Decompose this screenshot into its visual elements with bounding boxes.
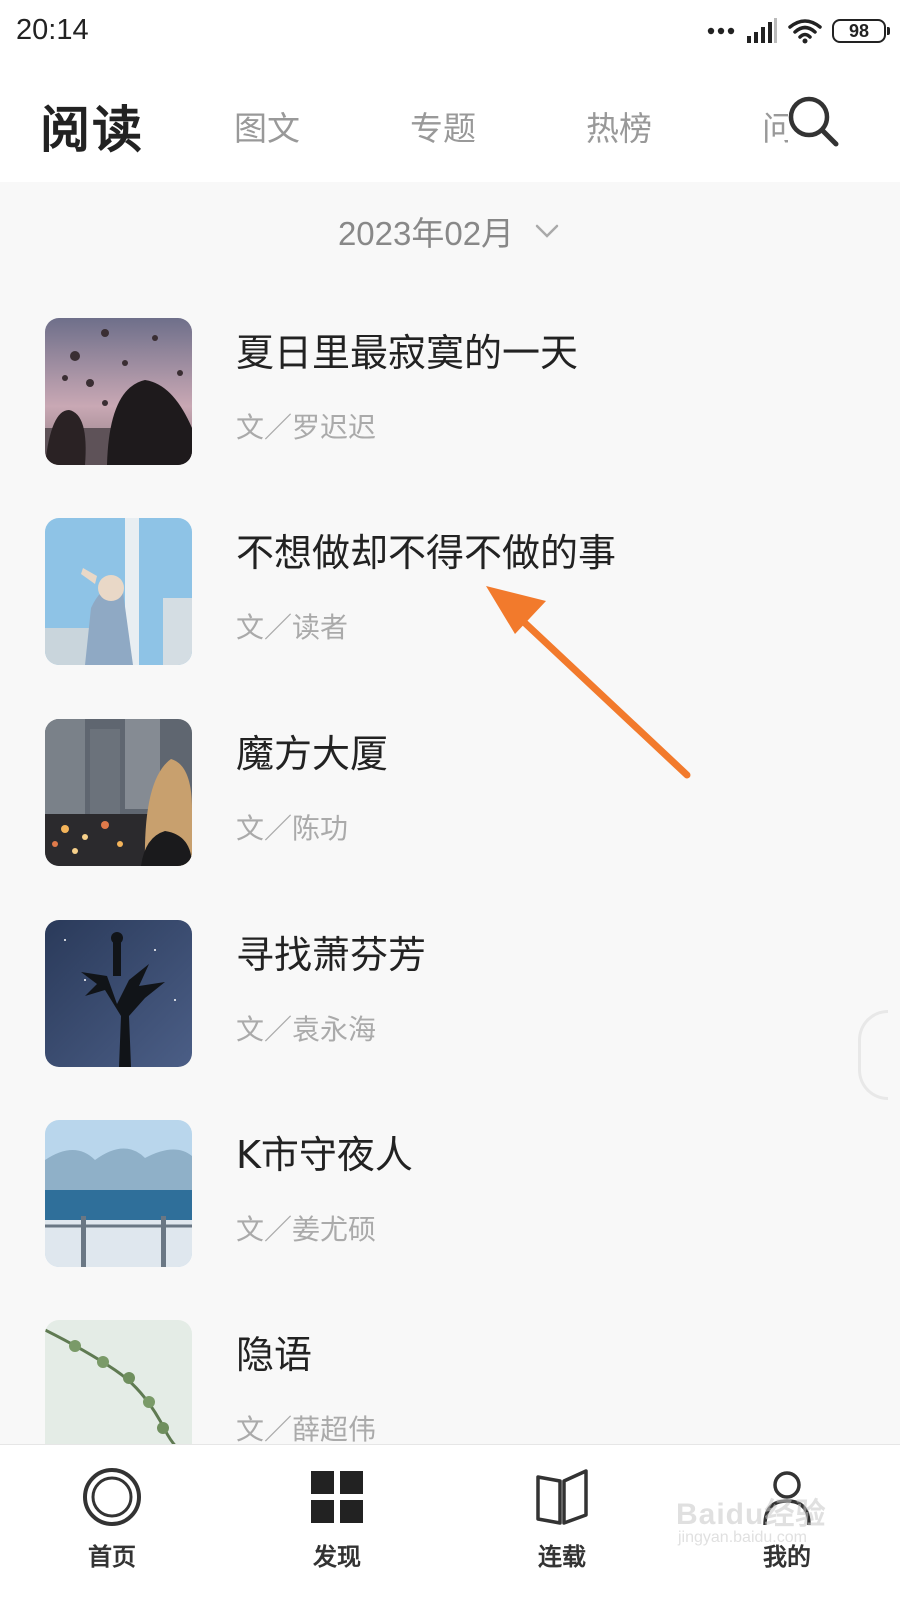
nav-home[interactable]: 首页 [52, 1465, 172, 1585]
article-title[interactable]: 不想做却不得不做的事 [236, 522, 616, 577]
article-thumbnail [45, 1120, 192, 1267]
tab-hot-list[interactable]: 热榜 [586, 102, 652, 150]
article-author: 文／薛超伟 [236, 1413, 377, 1446]
article-item[interactable]: K市守夜人 文／姜尤硕 [0, 1120, 900, 1270]
status-icons: 98 [706, 16, 890, 46]
search-icon[interactable] [786, 94, 840, 148]
article-author: 文／读者 [236, 611, 349, 644]
watermark-sub: jingyan.baidu.com [678, 1529, 807, 1546]
status-bar: 20:14 98 [0, 0, 900, 62]
article-title[interactable]: K市守夜人 [236, 1124, 413, 1179]
article-author: 文／罗迟迟 [236, 411, 377, 444]
article-item[interactable]: 魔方大厦 文／陈功 [0, 719, 900, 869]
month-label: 2023年02月 [337, 215, 515, 252]
page-title: 阅读 [40, 101, 144, 159]
tab-qa[interactable]: 问答 [762, 102, 788, 150]
article-title[interactable]: 隐语 [236, 1324, 312, 1379]
nav-discover-label: 发现 [313, 1543, 361, 1571]
article-title[interactable]: 寻找萧芬芳 [236, 924, 426, 979]
tab-topics[interactable]: 专题 [410, 102, 476, 150]
article-thumbnail [45, 719, 192, 866]
watermark-text: Baidu经验 [676, 1498, 827, 1531]
article-item[interactable]: 不想做却不得不做的事 文／读者 [0, 518, 900, 668]
signal-icon [747, 18, 777, 43]
top-nav: 阅读 图文 专题 热榜 问答 [0, 62, 900, 182]
book-icon [536, 1469, 588, 1525]
more-dots-icon [707, 27, 735, 35]
nav-discover[interactable]: 发现 [277, 1465, 397, 1585]
status-time: 20:14 [16, 14, 89, 46]
article-thumbnail [45, 920, 192, 1067]
nav-serial-label: 连载 [538, 1543, 586, 1571]
article-title[interactable]: 夏日里最寂寞的一天 [236, 322, 578, 377]
scroll-handle[interactable] [858, 1010, 888, 1100]
article-title[interactable]: 魔方大厦 [236, 723, 388, 778]
grid-icon [311, 1471, 363, 1523]
article-author: 文／袁永海 [236, 1013, 377, 1046]
article-thumbnail [45, 518, 192, 665]
tab-image-text[interactable]: 图文 [234, 102, 300, 150]
nav-serial[interactable]: 连载 [502, 1465, 622, 1585]
bottom-nav: 首页 发现 连载 我的 Baidu经验 jingyan.baidu.com [0, 1444, 900, 1600]
nav-home-label: 首页 [88, 1543, 136, 1571]
wifi-icon [788, 19, 822, 44]
home-circle-icon [83, 1468, 141, 1526]
month-selector[interactable]: 2023年02月 [0, 206, 900, 256]
watermark: Baidu经验 jingyan.baidu.com [676, 1489, 846, 1559]
article-author: 文／陈功 [236, 812, 349, 845]
chevron-down-icon [535, 224, 559, 238]
article-thumbnail [45, 318, 192, 465]
battery-indicator: 98 [832, 19, 890, 43]
article-item[interactable]: 夏日里最寂寞的一天 文／罗迟迟 [0, 318, 900, 468]
article-author: 文／姜尤硕 [236, 1213, 377, 1246]
article-item[interactable]: 寻找萧芬芳 文／袁永海 [0, 920, 900, 1070]
